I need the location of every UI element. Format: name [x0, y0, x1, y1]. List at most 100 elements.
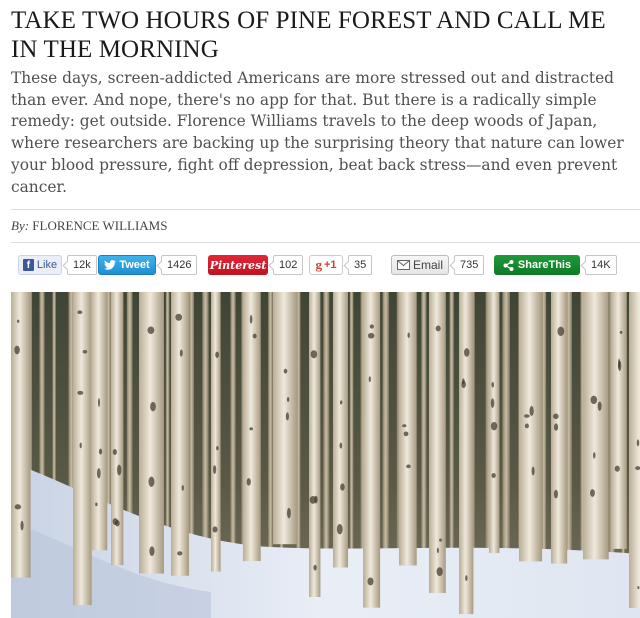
bark-mark	[82, 350, 88, 354]
bark-mark	[175, 313, 183, 321]
email-count: 735	[454, 255, 485, 275]
bark-mark	[309, 495, 317, 504]
bark-mark	[593, 452, 596, 459]
pinterest-button[interactable]: Pinterest	[208, 255, 268, 275]
bark-mark	[619, 330, 623, 334]
bark-mark	[117, 464, 122, 476]
googleplus-share: g +1 35	[309, 254, 373, 276]
bark-mark	[491, 381, 495, 388]
bark-mark	[177, 551, 183, 556]
article-dek: These days, screen-addicted Americans ar…	[11, 69, 624, 196]
background-tree-trunk	[421, 292, 427, 592]
byline-author[interactable]: FLORENCE WILLIAMS	[32, 218, 167, 233]
bark-mark	[20, 520, 24, 531]
bark-mark	[16, 319, 20, 323]
sharethis-button[interactable]: ShareThis	[494, 255, 580, 275]
bark-mark	[553, 489, 559, 499]
bark-mark	[213, 465, 217, 474]
background-tree-trunk	[449, 292, 454, 592]
email-share: Email 735	[391, 254, 485, 276]
bark-mark	[98, 448, 103, 455]
bark-mark	[523, 414, 530, 418]
bark-mark	[406, 464, 411, 469]
bark-mark	[283, 368, 288, 374]
bark-mark	[339, 400, 343, 405]
bark-mark	[402, 424, 407, 428]
aspen-forest-image	[11, 292, 640, 618]
tree-trunk	[459, 292, 474, 615]
divider	[11, 242, 640, 243]
bark-mark	[77, 310, 83, 315]
bark-mark	[112, 518, 118, 526]
envelope-icon	[396, 260, 410, 270]
byline: By: FLORENCE WILLIAMS	[11, 218, 167, 234]
tree-trunk	[583, 292, 609, 560]
pinterest-count: 102	[273, 255, 304, 275]
bark-mark	[557, 326, 565, 337]
facebook-count: 12k	[67, 255, 97, 275]
tweet-button[interactable]: Tweet	[98, 255, 156, 275]
byline-prefix: By:	[11, 218, 30, 233]
tree-trunk	[73, 292, 92, 606]
tree-trunk	[519, 292, 543, 562]
bark-mark	[336, 524, 343, 535]
twitter-count: 1426	[161, 255, 198, 275]
bark-mark	[96, 468, 101, 479]
bark-mark	[313, 564, 317, 571]
googleplus-count: 35	[348, 255, 373, 275]
bark-mark	[490, 421, 498, 431]
bark-mark	[435, 325, 441, 332]
bark-mark	[614, 465, 620, 472]
sharethis-share: ShareThis 14K	[494, 254, 617, 276]
bark-mark	[590, 395, 598, 405]
googleplus-label: +1	[323, 259, 337, 271]
bark-mark	[216, 446, 219, 451]
tree-trunk	[399, 292, 417, 566]
sharethis-label: ShareThis	[517, 259, 572, 271]
bark-mark	[529, 406, 534, 416]
background-tree-trunk	[382, 292, 389, 592]
bark-mark	[367, 332, 375, 339]
tree-trunk	[629, 292, 640, 609]
bark-mark	[553, 413, 559, 420]
article-photo	[11, 292, 640, 618]
facebook-like-button[interactable]: f Like	[18, 255, 62, 275]
bark-mark	[461, 380, 466, 389]
bark-mark	[147, 326, 155, 334]
pinterest-share: Pinterest 102	[208, 254, 304, 276]
googleplus-button[interactable]: g +1	[309, 255, 343, 275]
bark-mark	[215, 351, 219, 358]
background-tree-trunk	[541, 292, 547, 592]
email-button[interactable]: Email	[391, 255, 449, 275]
article-headline: TAKE TWO HOURS OF PINE FOREST AND CALL M…	[11, 7, 606, 63]
bark-mark	[618, 360, 622, 372]
bark-mark	[286, 507, 291, 519]
bark-mark	[249, 314, 253, 324]
bark-mark	[252, 333, 257, 339]
bark-mark	[439, 538, 442, 542]
bark-mark	[77, 390, 84, 395]
tree-trunk	[91, 292, 108, 551]
facebook-icon: f	[22, 259, 34, 271]
bark-mark	[367, 577, 374, 586]
bark-mark	[148, 476, 155, 487]
bark-mark	[95, 502, 98, 507]
bark-mark	[464, 348, 470, 357]
bark-mark	[368, 376, 371, 383]
tree-trunk	[243, 292, 261, 562]
bark-mark	[524, 423, 529, 429]
bark-mark	[150, 401, 156, 412]
background-tree-trunk	[323, 292, 330, 592]
bark-mark	[436, 547, 439, 554]
bark-mark	[286, 397, 290, 402]
bark-mark	[369, 324, 374, 329]
divider	[11, 209, 640, 210]
bark-mark	[590, 489, 595, 497]
twitter-bird-icon	[104, 260, 117, 270]
pinterest-label: Pinterest	[209, 258, 267, 272]
tree-trunk	[171, 292, 190, 576]
background-tree-trunk	[349, 292, 354, 592]
bark-mark	[491, 472, 496, 478]
tweet-label: Tweet	[119, 259, 150, 271]
bark-mark	[149, 546, 155, 556]
